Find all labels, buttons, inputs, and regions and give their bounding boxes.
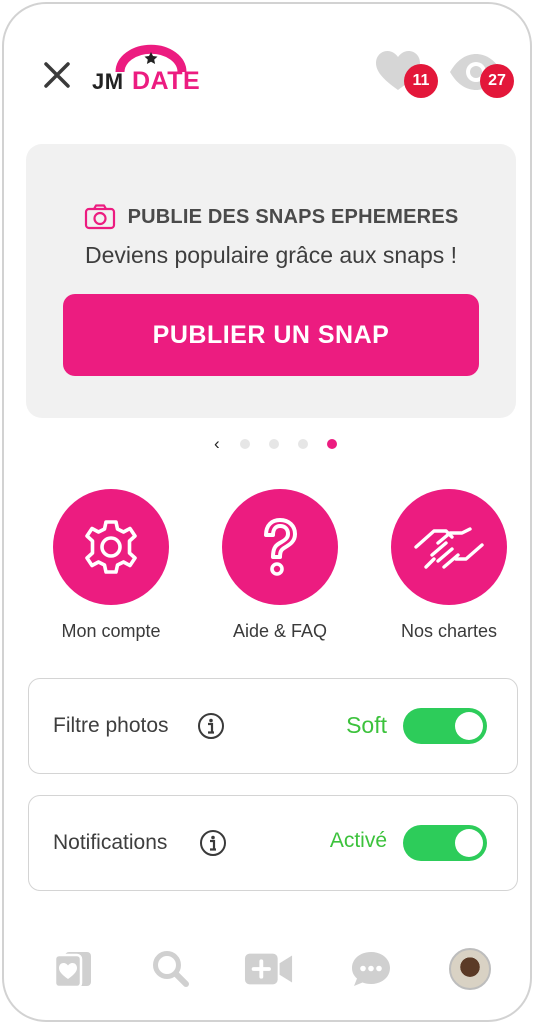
- app-logo: JM DATE: [90, 44, 210, 100]
- notifications-toggle[interactable]: [403, 825, 487, 861]
- nav-search[interactable]: [146, 944, 196, 994]
- my-account-circle: [53, 489, 169, 605]
- pager-dot-active[interactable]: [327, 439, 337, 449]
- my-account-label: Mon compte: [61, 621, 161, 641]
- pager-dot[interactable]: [240, 439, 250, 449]
- chat-icon: [352, 952, 390, 986]
- photo-filter-toggle[interactable]: [403, 708, 487, 744]
- likes-badge: 11: [404, 64, 438, 98]
- logo-date: DATE: [132, 67, 201, 95]
- video-plus-icon: [244, 953, 293, 985]
- menu-my-account[interactable]: Mon compte: [26, 489, 196, 642]
- photo-filter-label: Filtre photos: [53, 714, 169, 737]
- photo-filter-row: Filtre photos Soft: [28, 678, 518, 774]
- notifications-label: Notifications: [53, 831, 168, 854]
- handshake-icon: [414, 527, 484, 569]
- promo-title: PUBLIE DES SNAPS EPHEMERES: [127, 205, 459, 228]
- snap-promo-card: PUBLIE DES SNAPS EPHEMERES Deviens popul…: [26, 144, 516, 418]
- pager-dot[interactable]: [269, 439, 279, 449]
- phone-screen: JM DATE 11 27 PUBLIE DES SNAPS EPHEMERES…: [2, 2, 532, 1022]
- logo-jm: JM: [92, 69, 124, 94]
- menu-help-faq[interactable]: Aide & FAQ: [195, 489, 365, 642]
- info-icon[interactable]: [197, 712, 225, 740]
- nav-cards[interactable]: [48, 944, 98, 994]
- views-button[interactable]: 27: [448, 48, 520, 100]
- cards-icon: [53, 952, 91, 989]
- likes-button[interactable]: 11: [374, 48, 444, 100]
- chevron-left-icon[interactable]: ‹: [214, 434, 220, 454]
- close-icon[interactable]: [38, 56, 76, 94]
- pager-dot[interactable]: [298, 439, 308, 449]
- avatar: [449, 948, 491, 990]
- carousel-pager: ‹: [214, 434, 344, 454]
- help-faq-label: Aide & FAQ: [232, 621, 328, 641]
- gear-icon: [85, 520, 137, 574]
- promo-subtitle: Deviens populaire grâce aux snaps !: [84, 242, 458, 268]
- views-badge: 27: [480, 64, 514, 98]
- question-icon: [264, 517, 298, 576]
- nav-video[interactable]: [244, 944, 294, 994]
- nav-chat[interactable]: [346, 944, 396, 994]
- charters-label: Nos chartes: [400, 621, 498, 641]
- notifications-value: Activé: [329, 829, 387, 852]
- nav-profile[interactable]: [445, 944, 495, 994]
- menu-charters[interactable]: Nos chartes: [364, 489, 530, 642]
- publish-snap-button[interactable]: PUBLIER UN SNAP: [63, 294, 479, 376]
- help-faq-circle: [222, 489, 338, 605]
- search-icon: [153, 951, 189, 987]
- charters-circle: [391, 489, 507, 605]
- camera-icon: [84, 204, 115, 230]
- notifications-row: Notifications Activé: [28, 795, 518, 891]
- photo-filter-value: Soft: [346, 712, 387, 738]
- info-icon[interactable]: [199, 829, 227, 857]
